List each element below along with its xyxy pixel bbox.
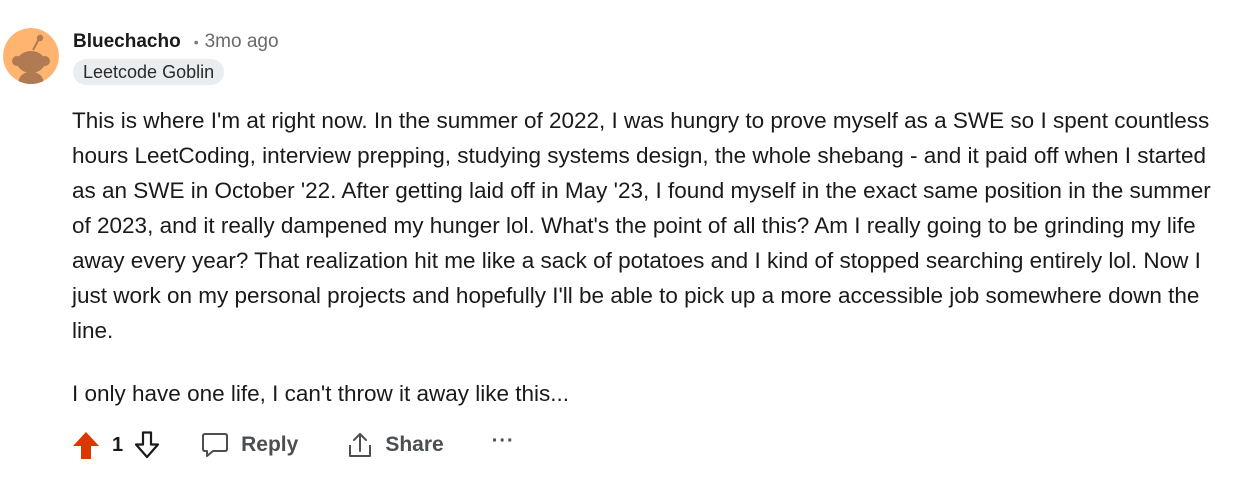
share-label: Share [385, 433, 444, 456]
reply-button[interactable]: Reply [201, 431, 298, 459]
avatar[interactable] [3, 28, 59, 84]
more-options-button[interactable]: ··· [492, 430, 515, 453]
author-username[interactable]: Bluechacho [73, 31, 181, 53]
snoo-avatar-icon [3, 28, 59, 84]
comment-paragraph: I only have one life, I can't throw it a… [72, 381, 570, 406]
vote-control: 1 [72, 430, 161, 460]
share-arrow-icon [346, 431, 374, 459]
vote-score: 1 [112, 433, 124, 456]
user-flair: Leetcode Goblin [73, 59, 225, 85]
comment-body: This is where I'm at right now. In the s… [72, 103, 1222, 411]
comment-timestamp[interactable]: 3mo ago [205, 31, 279, 53]
share-button[interactable]: Share [346, 431, 444, 459]
meta-separator: • [193, 34, 199, 50]
downvote-icon[interactable] [133, 430, 161, 460]
comment-paragraph: This is where I'm at right now. In the s… [72, 108, 1211, 343]
comment-header: Bluechacho • 3mo ago [73, 29, 279, 55]
comment-action-bar: 1 Reply Share ··· [72, 425, 515, 465]
reply-label: Reply [241, 433, 299, 456]
upvote-icon[interactable] [72, 430, 100, 460]
comment-bubble-icon [201, 431, 229, 459]
comment: Bluechacho • 3mo ago Leetcode Goblin Thi… [0, 0, 1234, 479]
